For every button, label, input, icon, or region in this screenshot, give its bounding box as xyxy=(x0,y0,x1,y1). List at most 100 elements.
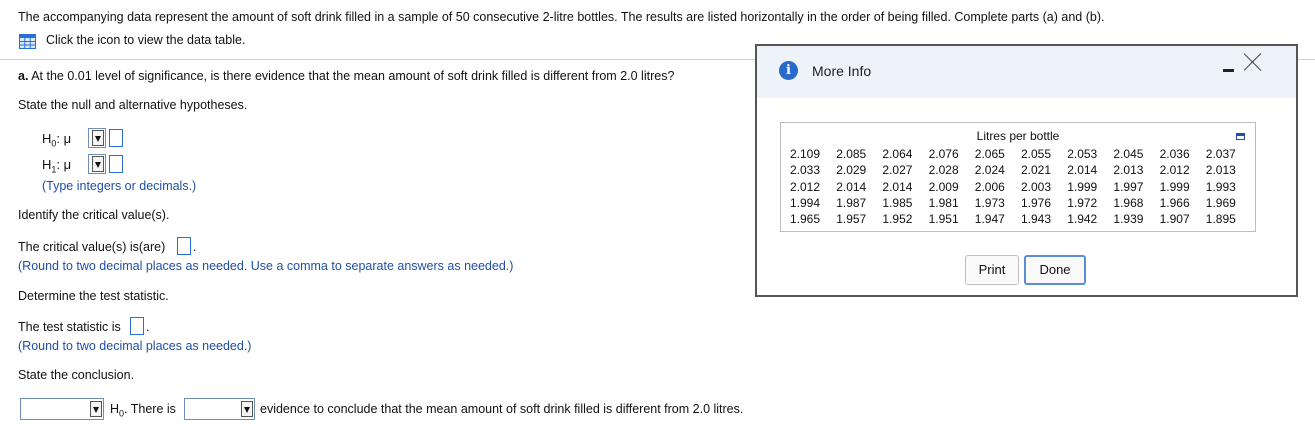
table-cell: 1.907 xyxy=(1159,212,1190,227)
table-cell: 1.972 xyxy=(1067,195,1098,210)
test-stat-input[interactable] xyxy=(130,317,144,335)
table-cell: 2.027 xyxy=(882,163,913,178)
part-a-question: a. At the 0.01 level of significance, is… xyxy=(18,69,674,83)
table-cell: 2.013 xyxy=(1205,163,1236,178)
critical-hint: (Round to two decimal places as needed. … xyxy=(18,259,514,273)
conclusion-evidence-dropdown[interactable] xyxy=(184,398,255,420)
h1-label: H1: μ xyxy=(42,157,71,175)
close-icon[interactable] xyxy=(1243,52,1263,72)
conclusion-suffix: evidence to conclude that the mean amoun… xyxy=(260,402,744,416)
table-cell: 1.942 xyxy=(1067,212,1098,227)
table-cell: 1.981 xyxy=(928,195,959,210)
table-cell: 2.045 xyxy=(1113,147,1144,161)
conclusion-h0-letter: H xyxy=(110,402,120,416)
table-cell: 2.028 xyxy=(928,163,959,178)
table-cell: 2.021 xyxy=(1021,163,1052,178)
minimize-icon[interactable] xyxy=(1223,69,1234,72)
table-cell: 2.014 xyxy=(836,179,867,194)
table-cell: 1.997 xyxy=(1113,179,1144,194)
table-cell: 1.939 xyxy=(1113,212,1144,227)
copy-icon[interactable] xyxy=(1236,133,1245,140)
table-header: Litres per bottle xyxy=(976,129,1060,143)
table-cell: 1.957 xyxy=(836,212,867,227)
table-cell: 2.037 xyxy=(1205,147,1236,161)
part-a-label: a. xyxy=(18,69,29,83)
h1-operator-dropdown[interactable] xyxy=(88,154,106,174)
h1-mu: : μ xyxy=(56,157,72,172)
chevron-down-icon xyxy=(92,156,104,172)
critical-answer-prefix: The critical value(s) is(are) xyxy=(18,240,166,254)
table-cell: 2.013 xyxy=(1113,163,1144,178)
table-cell: 2.053 xyxy=(1067,147,1098,161)
h0-mu: : μ xyxy=(56,131,72,146)
dialog-title: More Info xyxy=(812,63,872,79)
table-cell: 1.951 xyxy=(928,212,959,227)
data-table-link[interactable]: Click the icon to view the data table. xyxy=(46,33,245,47)
data-table: Litres per bottle 2.109 2.085 2.064 2.076 2.… xyxy=(780,122,1256,232)
critical-period: . xyxy=(193,240,197,254)
info-icon: i xyxy=(779,61,798,80)
table-icon[interactable] xyxy=(19,34,36,49)
table-cell: 2.009 xyxy=(928,179,959,194)
test-stat-answer-prefix: The test statistic is xyxy=(18,320,121,334)
table-cell: 1.969 xyxy=(1205,195,1236,210)
dialog-header: i More Info xyxy=(757,46,1296,98)
conclusion-h0-label: H0. There is xyxy=(110,402,176,419)
part-a-text: At the 0.01 level of significance, is th… xyxy=(28,69,675,83)
table-cell: 2.109 xyxy=(790,147,821,161)
table-cell: 2.024 xyxy=(974,163,1005,178)
hypotheses-prompt: State the null and alternative hypothese… xyxy=(18,98,248,112)
table-cell: 2.014 xyxy=(1067,163,1098,178)
table-cell: 1.994 xyxy=(790,195,821,210)
table-cell: 2.055 xyxy=(1021,147,1052,161)
table-cell: 2.085 xyxy=(836,147,867,161)
conclusion-middle: . There is xyxy=(124,402,176,416)
h1-value-input[interactable] xyxy=(109,155,123,173)
table-cell: 1.965 xyxy=(790,212,821,227)
table-cell: 2.003 xyxy=(1021,179,1052,194)
table-cell: 1.999 xyxy=(1159,179,1190,194)
table-cell: 1.968 xyxy=(1113,195,1144,210)
table-cell: 2.036 xyxy=(1159,147,1190,161)
table-cell: 1.999 xyxy=(1067,179,1098,194)
hypotheses-hint: (Type integers or decimals.) xyxy=(42,179,197,193)
h0-operator-dropdown[interactable] xyxy=(88,128,106,148)
section-divider xyxy=(0,59,756,60)
test-stat-period: . xyxy=(146,320,150,334)
chevron-down-icon xyxy=(92,130,104,146)
table-cell: 2.012 xyxy=(790,179,821,194)
table-cell: 2.065 xyxy=(974,147,1005,161)
section-divider-right xyxy=(1298,59,1315,60)
table-cell: 2.076 xyxy=(928,147,959,161)
h0-value-input[interactable] xyxy=(109,129,123,147)
critical-prompt: Identify the critical value(s). xyxy=(18,208,170,222)
table-cell: 1.985 xyxy=(882,195,913,210)
conclusion-prompt: State the conclusion. xyxy=(18,368,135,382)
table-cell: 2.064 xyxy=(882,147,913,161)
table-cell: 1.987 xyxy=(836,195,867,210)
table-cell: 2.029 xyxy=(836,163,867,178)
table-cell: 1.952 xyxy=(882,212,913,227)
h0-letter: H xyxy=(42,131,52,146)
intro-text: The accompanying data represent the amou… xyxy=(18,10,1105,24)
table-cell: 1.966 xyxy=(1159,195,1190,210)
table-cell: 2.012 xyxy=(1159,163,1190,178)
chevron-down-icon xyxy=(90,401,102,417)
done-button[interactable]: Done xyxy=(1024,255,1086,285)
print-button[interactable]: Print xyxy=(965,255,1019,285)
critical-value-input[interactable] xyxy=(177,237,191,255)
table-cell: 2.006 xyxy=(974,179,1005,194)
table-cell: 1.976 xyxy=(1021,195,1052,210)
table-cell: 1.943 xyxy=(1021,212,1052,227)
h1-letter: H xyxy=(42,157,52,172)
table-cell: 1.993 xyxy=(1205,179,1236,194)
test-stat-prompt: Determine the test statistic. xyxy=(18,289,169,303)
test-stat-hint: (Round to two decimal places as needed.) xyxy=(18,339,252,353)
table-cell: 2.014 xyxy=(882,179,913,194)
table-cell: 2.033 xyxy=(790,163,821,178)
chevron-down-icon xyxy=(241,401,253,417)
h0-label: H0: μ xyxy=(42,131,71,149)
conclusion-decision-dropdown[interactable] xyxy=(20,398,104,420)
table-cell: 1.973 xyxy=(974,195,1005,210)
more-info-dialog: i More Info Litres per bottle 2.109 2.085… xyxy=(755,44,1298,297)
